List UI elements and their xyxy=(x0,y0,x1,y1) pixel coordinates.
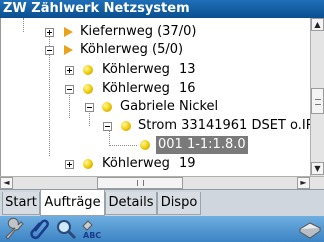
tree-item-label-selected: 001 1-1:1.8.0 xyxy=(156,136,248,154)
tree-item-label: Gabriele Nickel xyxy=(120,99,219,114)
bottom-toolbar: ABC xyxy=(0,216,324,242)
app-title-bar: ZW Zählwerk Netzsystem xyxy=(0,0,324,18)
scroll-down-button[interactable]: ▼ xyxy=(311,162,324,175)
tree-item-label: Köhlerweg (5/0) xyxy=(80,42,184,57)
spellcheck-icon[interactable]: ABC xyxy=(80,217,104,241)
house-node-icon xyxy=(83,84,93,94)
collapse-icon[interactable] xyxy=(65,85,74,94)
app-title: ZW Zählwerk Netzsystem xyxy=(3,1,190,16)
street-flag-icon xyxy=(64,45,73,55)
tab-dispo[interactable]: Dispo xyxy=(157,192,201,215)
street-flag-icon xyxy=(64,27,73,37)
house-number: 16 xyxy=(179,81,196,96)
house-node-icon xyxy=(83,159,93,169)
expand-icon[interactable] xyxy=(65,66,74,75)
house-number: 19 xyxy=(179,156,196,171)
tab-details[interactable]: Details xyxy=(105,192,157,215)
tab-bar: Start Aufträge Details Dispo xyxy=(0,189,324,216)
tree-item-customer[interactable]: Gabriele Nickel xyxy=(1,98,310,116)
spellcheck-text: ABC xyxy=(83,231,101,240)
tree-item-koehlerweg-16[interactable]: Köhlerweg 16 xyxy=(1,80,310,98)
collapse-icon[interactable] xyxy=(45,46,54,55)
tree-item-label: Kiefernweg (37/0) xyxy=(80,24,197,39)
wrench-icon[interactable] xyxy=(2,217,26,241)
tree-connector xyxy=(109,145,137,146)
register-node-icon xyxy=(140,140,150,150)
tree-item-kiefernweg[interactable]: Kiefernweg (37/0) xyxy=(1,23,310,41)
tree-item-register[interactable]: 001 1-1:1.8.0 xyxy=(1,136,310,154)
keyboard-icon[interactable] xyxy=(298,217,322,241)
customer-node-icon xyxy=(102,102,112,112)
scroll-up-button[interactable]: ▲ xyxy=(311,18,324,31)
tab-auftraege[interactable]: Aufträge xyxy=(40,190,105,216)
collapse-icon[interactable] xyxy=(103,122,112,131)
tree-item-koehlerweg-19[interactable]: Köhlerweg 19 xyxy=(1,155,310,173)
house-number: 13 xyxy=(179,62,196,77)
house-node-icon xyxy=(83,65,93,75)
tree-item-label: Köhlerweg xyxy=(102,62,170,77)
magnifier-icon[interactable] xyxy=(54,217,78,241)
horizontal-scroll-thumb[interactable] xyxy=(97,177,183,189)
vertical-scroll-thumb[interactable] xyxy=(311,88,324,114)
tree-item-koehlerweg-13[interactable]: Köhlerweg 13 xyxy=(1,61,310,79)
scroll-right-button[interactable]: ► xyxy=(297,177,310,189)
tree-item-label: Köhlerweg xyxy=(102,156,170,171)
horizontal-scrollbar[interactable]: ◄ ► xyxy=(0,176,324,189)
tree-item-meter[interactable]: Strom 33141961 DSET o.IR( xyxy=(1,117,310,135)
vertical-scrollbar[interactable]: ▲ ▼ xyxy=(310,18,324,176)
tree-item-koehlerweg[interactable]: Köhlerweg (5/0) xyxy=(1,41,310,59)
tree-item-label: Strom 33141961 DSET o.IR( xyxy=(138,118,310,133)
expand-icon[interactable] xyxy=(45,28,54,37)
scroll-left-button[interactable]: ◄ xyxy=(0,177,13,189)
paperclip-icon[interactable] xyxy=(28,217,52,241)
collapse-icon[interactable] xyxy=(85,103,94,112)
tree-view[interactable]: Kiefernweg (37/0) Köhlerweg (5/0) Köhler… xyxy=(0,18,310,176)
meter-node-icon xyxy=(121,121,131,131)
expand-icon[interactable] xyxy=(65,160,74,169)
tree-item-label: Köhlerweg xyxy=(102,81,170,96)
tab-start[interactable]: Start xyxy=(2,192,40,215)
